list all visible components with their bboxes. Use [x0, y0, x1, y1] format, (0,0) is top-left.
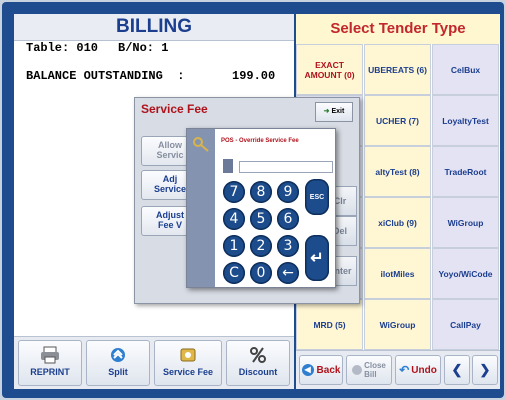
- reprint-button[interactable]: REPRINT: [18, 340, 82, 386]
- digit-key-1[interactable]: 1: [223, 235, 245, 257]
- billing-action-bar: REPRINT Split Service Fee Discount: [14, 336, 294, 389]
- digit-key-4[interactable]: 4: [223, 208, 245, 230]
- popup-title: POS - Override Service Fee: [221, 138, 299, 144]
- tender-cell[interactable]: WiGroup: [364, 299, 431, 350]
- override-input[interactable]: [239, 161, 333, 173]
- balance-value: 199.00: [232, 69, 276, 83]
- keys-icon: [193, 137, 209, 152]
- prev-page-button[interactable]: ❮: [444, 355, 470, 385]
- back-label: Back: [316, 364, 341, 376]
- tender-cell[interactable]: TradeRoot: [432, 146, 499, 197]
- reprint-label: REPRINT: [30, 367, 70, 377]
- tender-title: Select Tender Type: [296, 14, 500, 44]
- digit-key-3[interactable]: 3: [277, 235, 299, 257]
- clear-key[interactable]: C: [223, 262, 245, 284]
- tender-cell[interactable]: LoyaltyTest: [432, 95, 499, 146]
- lock-icon: [223, 159, 233, 173]
- esc-key[interactable]: ESC: [305, 179, 329, 215]
- tender-cell[interactable]: UBEREATS (6): [364, 44, 431, 95]
- tender-nav-bar: ◀ Back Close Bill ↶ Undo ❮ ❯: [296, 350, 500, 389]
- percent-icon: [250, 347, 266, 363]
- digit-key-2[interactable]: 2: [250, 235, 272, 257]
- backspace-key[interactable]: ←: [277, 262, 299, 284]
- bill-number: B/No: 1: [118, 41, 169, 55]
- split-icon: [111, 348, 125, 362]
- service-fee-title: Service Fee: [141, 102, 208, 116]
- service-fee-label: Service Fee: [162, 367, 214, 377]
- billing-title: BILLING: [14, 14, 294, 41]
- next-page-button[interactable]: ❯: [472, 355, 498, 385]
- table-label: Table: 010: [26, 41, 99, 55]
- tender-cell[interactable]: UCHER (7): [364, 95, 431, 146]
- undo-button[interactable]: ↶ Undo: [395, 355, 441, 385]
- undo-label: Undo: [411, 364, 437, 376]
- exit-icon: ➜: [323, 108, 330, 115]
- digit-key-8[interactable]: 8: [250, 181, 272, 203]
- balance-label: BALANCE OUTSTANDING :: [26, 69, 185, 83]
- tender-cell[interactable]: CallPay: [432, 299, 499, 350]
- digit-key-9[interactable]: 9: [277, 181, 299, 203]
- exit-label: Exit: [331, 108, 345, 115]
- digit-key-5[interactable]: 5: [250, 208, 272, 230]
- discount-button[interactable]: Discount: [226, 340, 290, 386]
- override-keypad-popup: POS - Override Service Fee 7 8 9 4 5 6 1 2 3 C 0 ← …: [186, 128, 336, 288]
- undo-icon: ↶: [399, 363, 410, 377]
- tender-cell[interactable]: WiGroup: [432, 197, 499, 248]
- tender-cell[interactable]: Yoyo/WiCode: [432, 248, 499, 299]
- exit-button[interactable]: ➜ Exit: [315, 102, 353, 122]
- tender-cell[interactable]: EXACT AMOUNT (0): [296, 44, 363, 95]
- digit-key-0[interactable]: 0: [250, 262, 272, 284]
- digit-key-7[interactable]: 7: [223, 181, 245, 203]
- chevron-right-icon: ❯: [479, 362, 491, 377]
- tender-cell[interactable]: MRD (5): [296, 299, 363, 350]
- split-label: Split: [108, 367, 128, 377]
- discount-label: Discount: [238, 367, 278, 377]
- keypad-enter-key[interactable]: ↵: [305, 235, 329, 281]
- tender-cell[interactable]: altyTest (8): [364, 146, 431, 197]
- printer-icon: [41, 346, 59, 364]
- tender-cell[interactable]: xiClub (9): [364, 197, 431, 248]
- close-bill-icon: [352, 365, 363, 375]
- tender-cell[interactable]: CelBux: [432, 44, 499, 95]
- tender-cell[interactable]: ilotMiles: [364, 248, 431, 299]
- chevron-left-icon: ❮: [451, 362, 463, 377]
- close-bill-button[interactable]: Close Bill: [346, 355, 392, 385]
- service-fee-icon: [180, 348, 196, 362]
- back-arrow-icon: ◀: [301, 364, 314, 376]
- back-button[interactable]: ◀ Back: [299, 355, 343, 385]
- popup-sidebar: [187, 129, 215, 287]
- close-bill-label: Close Bill: [364, 361, 386, 379]
- service-fee-button[interactable]: Service Fee: [154, 340, 222, 386]
- digit-key-6[interactable]: 6: [277, 208, 299, 230]
- split-button[interactable]: Split: [86, 340, 150, 386]
